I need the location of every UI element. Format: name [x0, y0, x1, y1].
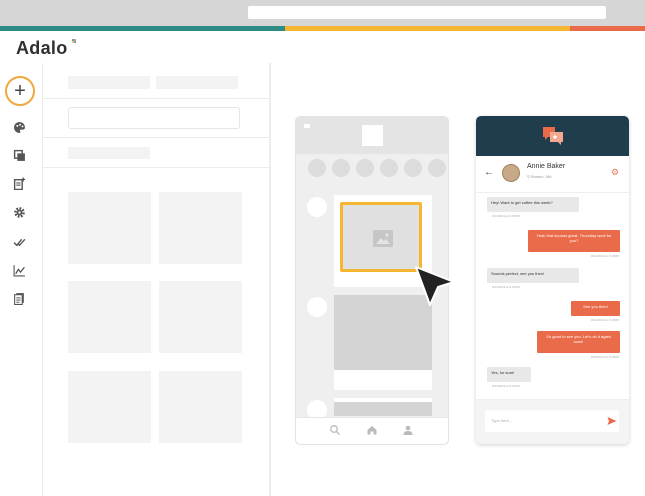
chat-app-header — [476, 116, 629, 156]
editor-canvas: ← Annie Baker ⚲ Boston, MA ⚙ Hey! Want t… — [271, 63, 645, 496]
story-avatar — [404, 159, 422, 177]
post-image-placeholder — [334, 402, 432, 416]
component-tile[interactable] — [68, 192, 151, 264]
component-tile[interactable] — [159, 192, 242, 264]
chat-app-preview[interactable]: ← Annie Baker ⚲ Boston, MA ⚙ Hey! Want t… — [476, 116, 629, 444]
post-avatar — [307, 297, 327, 317]
message-timestamp: 8/15/2019 at 3:15PM — [492, 384, 520, 388]
story-avatar — [380, 159, 398, 177]
message-input[interactable]: Type here... — [485, 410, 619, 432]
outgoing-message: So good to see you. Let's do it again so… — [537, 331, 620, 353]
story-avatar — [308, 159, 326, 177]
profile-icon[interactable] — [402, 424, 414, 436]
incoming-message: Yes, for sure! — [487, 367, 531, 382]
wireframe-header — [296, 117, 448, 154]
post-card[interactable] — [334, 295, 432, 390]
message-timestamp: 8/14/2019 at 2:15PM — [591, 254, 619, 258]
outgoing-message: Yeah that sounds great. Thursday work fo… — [528, 230, 620, 252]
image-icon — [373, 230, 393, 247]
add-component-button[interactable]: + — [7, 78, 33, 104]
panel-divider — [43, 167, 269, 168]
palette-icon[interactable] — [13, 121, 26, 134]
logo-accent-icon — [72, 39, 76, 43]
wireframe-menu-icon — [304, 124, 310, 128]
post-card[interactable] — [334, 398, 432, 416]
wireframe-tab-bar — [296, 417, 448, 444]
pointer-cursor-icon — [415, 266, 455, 306]
panel-divider — [43, 98, 269, 99]
gear-icon[interactable] — [13, 206, 26, 219]
contact-avatar[interactable] — [502, 164, 520, 182]
browser-toolbar — [0, 0, 645, 26]
story-avatar — [332, 159, 350, 177]
address-bar[interactable] — [248, 6, 606, 19]
document-icon[interactable] — [13, 292, 26, 305]
new-screen-icon[interactable] — [13, 177, 26, 190]
panel-section-heading — [68, 147, 150, 159]
send-icon[interactable] — [607, 416, 617, 426]
chat-composer: Type here... — [476, 399, 629, 444]
story-avatar — [428, 159, 446, 177]
selected-image-component[interactable] — [340, 202, 422, 272]
chat-bubbles-icon — [543, 127, 563, 145]
home-icon[interactable] — [366, 424, 378, 436]
incoming-message: Hey! Want to get coffee this week? — [487, 197, 579, 212]
adalo-logo: Adalo — [16, 38, 68, 58]
story-avatar — [356, 159, 374, 177]
message-timestamp: 8/14/2019 at 2:15PM — [492, 285, 520, 289]
incoming-message: Sounds perfect, see you then! — [487, 268, 579, 283]
left-toolbar: + — [0, 63, 43, 496]
contact-location: ⚲ Boston, MA — [527, 174, 552, 179]
panel-divider — [43, 137, 269, 138]
analytics-icon[interactable] — [13, 264, 26, 277]
wireframe-logo-placeholder — [362, 125, 383, 146]
panel-tab-placeholder[interactable] — [156, 76, 238, 89]
component-tile[interactable] — [68, 371, 151, 443]
panel-tab-placeholder[interactable] — [68, 76, 150, 89]
chat-contact-bar: ← Annie Baker ⚲ Boston, MA ⚙ — [476, 156, 629, 193]
message-timestamp: 8/15/2019 at 3:15PM — [591, 355, 619, 359]
app-header: Adalo — [0, 31, 645, 63]
message-list: Hey! Want to get coffee this week? 8/14/2… — [476, 193, 629, 403]
component-tile[interactable] — [159, 281, 242, 353]
check-icon[interactable] — [13, 235, 26, 248]
outgoing-message: See you then! — [571, 301, 620, 316]
layers-icon[interactable] — [13, 149, 26, 162]
message-timestamp: 8/14/2019 at 2:15PM — [591, 318, 619, 322]
panel-search-input[interactable] — [68, 107, 240, 129]
chat-settings-icon[interactable]: ⚙ — [611, 167, 619, 178]
contact-name: Annie Baker — [527, 163, 566, 170]
back-arrow-icon[interactable]: ← — [484, 167, 494, 178]
components-panel — [43, 63, 271, 496]
component-tile[interactable] — [159, 371, 242, 443]
message-timestamp: 8/14/2019 at 2:15PM — [492, 214, 520, 218]
component-tile[interactable] — [68, 281, 151, 353]
search-icon[interactable] — [329, 424, 341, 436]
post-avatar — [307, 197, 327, 217]
